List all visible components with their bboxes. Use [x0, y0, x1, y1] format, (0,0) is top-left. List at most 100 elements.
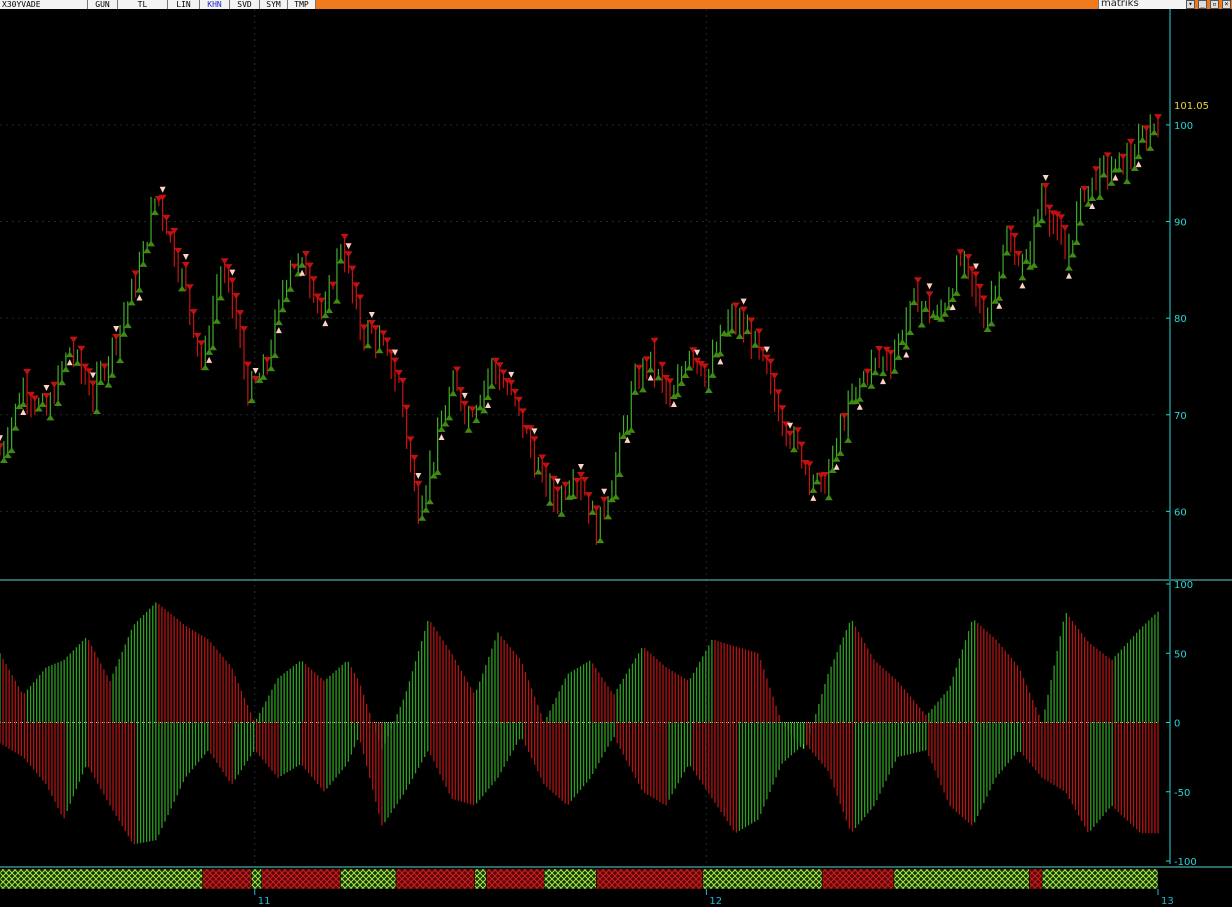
- sell-marker: [1119, 153, 1128, 160]
- sell-marker: [650, 337, 659, 344]
- buy-marker: [332, 297, 341, 304]
- sell-marker: [391, 357, 400, 364]
- buy-marker: [1068, 251, 1077, 258]
- tab-tmp[interactable]: TMP: [288, 0, 316, 9]
- sell-marker: [584, 492, 593, 499]
- sell-marker: [530, 436, 539, 443]
- signal-marker: [508, 371, 515, 378]
- sell-marker: [329, 281, 338, 288]
- buy-marker: [995, 294, 1004, 301]
- buy-marker: [298, 261, 307, 268]
- buy-marker: [123, 322, 132, 329]
- buy-marker: [596, 537, 605, 544]
- buy-marker: [735, 332, 744, 339]
- sell-marker: [23, 368, 32, 375]
- buy-marker: [1072, 239, 1081, 246]
- buy-marker: [789, 446, 798, 453]
- buy-marker: [325, 307, 334, 314]
- signal-marker: [113, 325, 120, 332]
- regime-segment-bull: [1041, 868, 1159, 890]
- sell-marker: [1010, 232, 1019, 239]
- sell-marker: [886, 349, 895, 356]
- regime-segment-bear: [821, 868, 895, 890]
- sell-marker: [507, 379, 516, 386]
- sell-marker: [573, 477, 582, 484]
- price-tick-label: 70: [1174, 411, 1187, 422]
- y-axis: 60 70 80 90 100 100 50 0 -50 -100 101.05: [1166, 9, 1209, 868]
- sell-marker: [410, 454, 419, 461]
- sell-marker: [1006, 225, 1015, 232]
- signal-marker: [89, 372, 96, 379]
- osc-tick-label: -100: [1174, 857, 1197, 868]
- tab-lin[interactable]: LIN: [168, 0, 200, 9]
- signal-marker: [1135, 161, 1142, 168]
- buy-marker: [545, 499, 554, 506]
- buy-marker: [948, 296, 957, 303]
- buy-marker: [483, 393, 492, 400]
- x-axis: 11 12 13: [254, 889, 1174, 907]
- buy-marker: [627, 426, 636, 433]
- buy-marker: [270, 352, 279, 359]
- tab-sym[interactable]: SYM: [260, 0, 288, 9]
- signal-marker: [438, 433, 445, 440]
- sell-marker: [305, 262, 314, 269]
- buy-marker: [1018, 274, 1027, 281]
- regime-segment-bear: [395, 868, 476, 890]
- buy-marker: [1146, 144, 1155, 151]
- sell-marker: [1045, 204, 1054, 211]
- sell-marker: [112, 333, 121, 340]
- sell-marker: [770, 372, 779, 379]
- regime-segment-bull: [893, 868, 1030, 890]
- buy-marker: [7, 447, 16, 454]
- buy-marker: [859, 381, 868, 388]
- signal-marker: [252, 367, 259, 374]
- signal-marker: [299, 269, 306, 276]
- tab-tl[interactable]: TL: [118, 0, 168, 9]
- chart-area[interactable]: 60 70 80 90 100 100 50 0 -50 -100 101.05 11 12 13: [0, 9, 1232, 907]
- tab-svd[interactable]: SVD: [230, 0, 260, 9]
- buy-marker: [92, 408, 101, 415]
- minimize-icon[interactable]: _: [1198, 0, 1207, 9]
- buy-marker: [54, 400, 63, 407]
- buy-marker: [1064, 264, 1073, 271]
- osc-tick-label: -50: [1174, 788, 1190, 799]
- close-icon[interactable]: ×: [1222, 0, 1231, 9]
- buy-marker: [104, 381, 113, 388]
- signal-marker: [601, 488, 608, 495]
- sell-marker: [913, 277, 922, 284]
- buy-marker: [73, 359, 82, 366]
- sell-marker: [263, 357, 272, 364]
- chevron-down-icon[interactable]: ▾: [1186, 0, 1195, 9]
- regime-segment-bull: [702, 868, 823, 890]
- sell-marker: [379, 330, 388, 337]
- buy-marker: [278, 306, 287, 313]
- restore-icon[interactable]: ▫: [1210, 0, 1219, 9]
- oscillator-panel[interactable]: [0, 602, 1159, 845]
- sell-marker: [236, 310, 245, 317]
- regime-segment-bear: [486, 868, 545, 890]
- sell-marker: [1092, 166, 1101, 173]
- tab-khn[interactable]: KHN: [200, 0, 230, 9]
- sell-marker: [553, 486, 562, 493]
- buy-marker: [1134, 153, 1143, 160]
- buy-marker: [1123, 178, 1132, 185]
- regime-segment-bear: [261, 868, 341, 890]
- buy-marker: [1037, 217, 1046, 224]
- buy-marker: [894, 353, 903, 360]
- symbol-field[interactable]: X30YVADE: [0, 0, 88, 9]
- buy-marker: [867, 382, 876, 389]
- sell-marker: [77, 345, 86, 352]
- signal-marker: [880, 378, 887, 385]
- price-panel[interactable]: [0, 114, 1162, 546]
- signal-marker: [345, 243, 352, 250]
- buy-marker: [147, 240, 156, 247]
- sell-marker: [402, 404, 411, 411]
- buy-marker: [274, 319, 283, 326]
- tab-gun[interactable]: GUN: [88, 0, 118, 9]
- sell-marker: [197, 340, 206, 347]
- buy-marker: [96, 379, 105, 386]
- signal-marker: [1065, 272, 1072, 279]
- regime-segment-bear: [1029, 868, 1043, 890]
- sell-marker: [181, 261, 190, 268]
- buy-marker: [11, 424, 20, 431]
